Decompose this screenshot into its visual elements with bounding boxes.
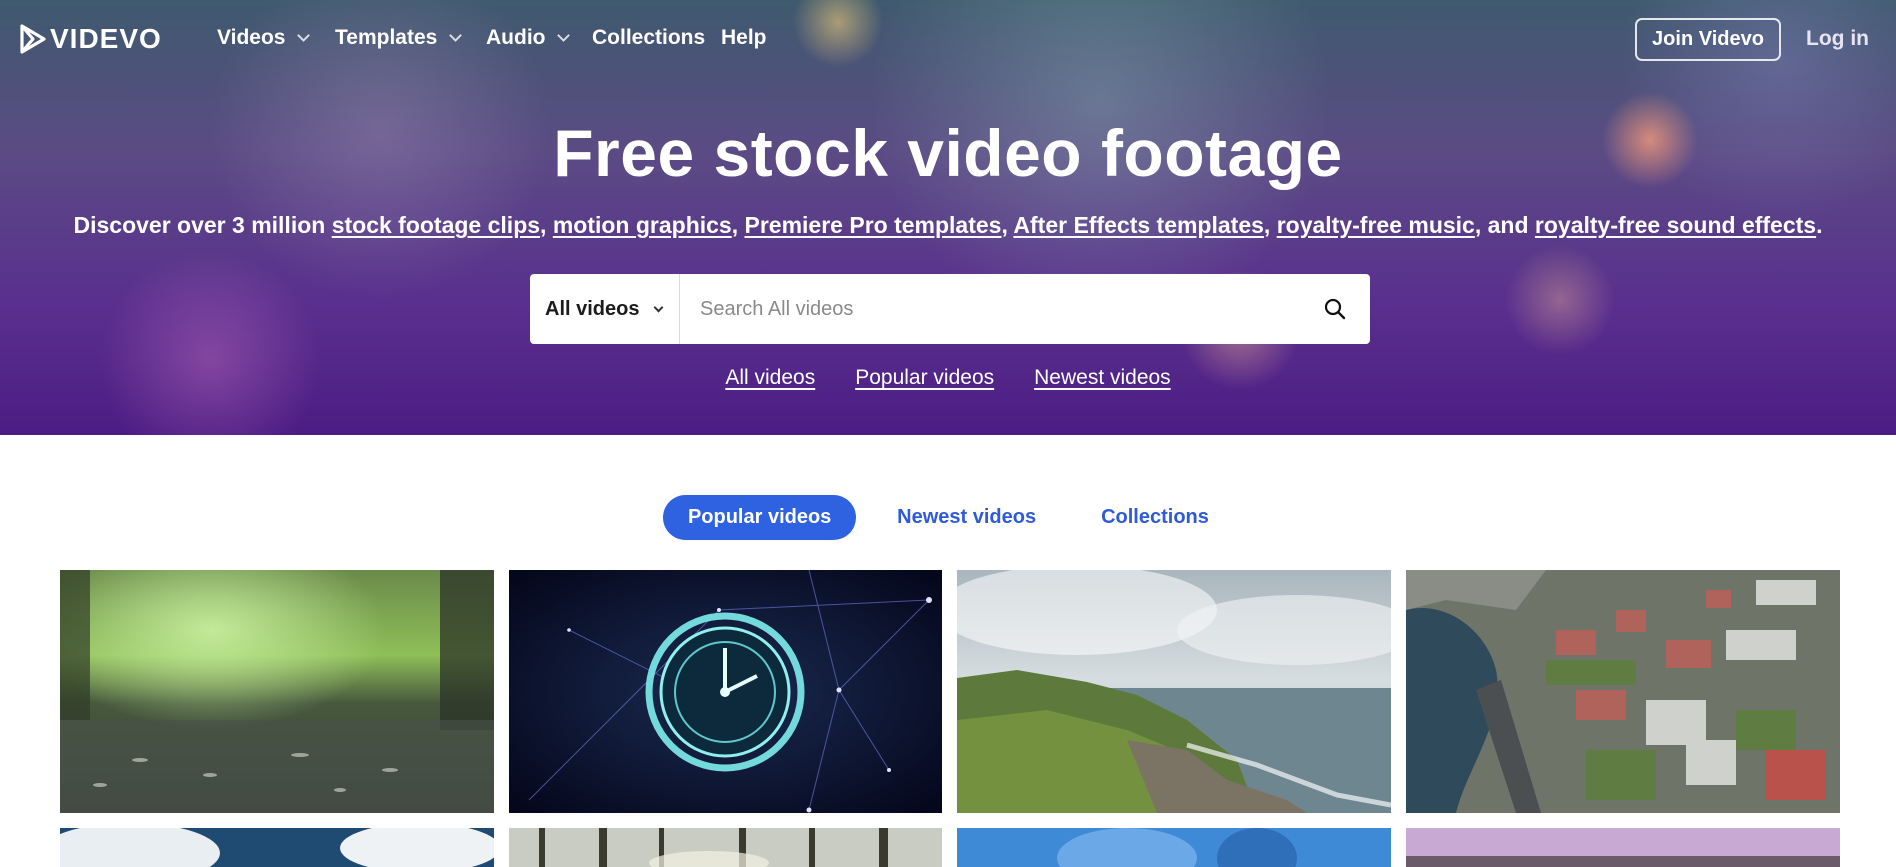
- video-thumbnail-clock-network[interactable]: [509, 570, 942, 813]
- clock-network-image: [509, 570, 942, 813]
- nav-collections[interactable]: Collections: [592, 26, 705, 50]
- forest-image: [509, 828, 942, 867]
- link-after-effects-templates[interactable]: After Effects templates: [1013, 212, 1264, 238]
- subtitle-suffix: .: [1816, 212, 1823, 238]
- nav-collections-label: Collections: [592, 26, 706, 49]
- nav-templates-label: Templates: [335, 26, 438, 49]
- nav-audio[interactable]: Audio: [486, 26, 571, 50]
- top-navigation: VIDEVO Videos Templates Audio Collection…: [0, 0, 1896, 80]
- link-royalty-free-music[interactable]: royalty-free music: [1277, 212, 1475, 238]
- video-thumbnail-purple-landscape[interactable]: [1406, 828, 1840, 867]
- search-bar: All videos: [530, 274, 1370, 344]
- brand-name: VIDEVO: [50, 23, 162, 54]
- coastal-cliffs-image: [957, 570, 1391, 813]
- video-thumbnail-coastal-cliffs[interactable]: [957, 570, 1391, 813]
- nav-help-label: Help: [721, 26, 767, 49]
- blue-abstract-image: [957, 828, 1391, 867]
- subtitle-prefix: Discover over 3 million: [73, 212, 332, 238]
- page-title: Free stock video footage: [553, 116, 1343, 190]
- hero-subtitle: Discover over 3 million stock footage cl…: [0, 212, 1896, 239]
- nav-audio-label: Audio: [486, 26, 546, 49]
- aerial-campus-image: [1406, 570, 1840, 813]
- link-royalty-free-sfx[interactable]: royalty-free sound effects: [1535, 212, 1816, 238]
- chevron-down-icon: [297, 29, 311, 42]
- hero-banner: VIDEVO Videos Templates Audio Collection…: [0, 0, 1896, 435]
- search-input[interactable]: [680, 274, 1300, 344]
- search-icon[interactable]: [1300, 274, 1370, 344]
- link-stock-footage[interactable]: stock footage clips: [332, 212, 540, 238]
- purple-landscape-image: [1406, 828, 1840, 867]
- quick-link-all-videos[interactable]: All videos: [725, 366, 815, 390]
- video-thumbnail-aerial-campus[interactable]: [1406, 570, 1840, 813]
- search-category-select[interactable]: All videos: [530, 274, 680, 344]
- subtitle-and: , and: [1474, 212, 1535, 238]
- video-thumbnail-sky-clouds[interactable]: [60, 828, 494, 867]
- nav-help[interactable]: Help: [721, 26, 767, 50]
- tab-popular-videos[interactable]: Popular videos: [663, 495, 857, 540]
- nav-templates[interactable]: Templates: [335, 26, 463, 50]
- logo[interactable]: VIDEVO: [19, 22, 162, 56]
- search-category-label: All videos: [545, 297, 640, 320]
- video-thumbnail-rain-puddle[interactable]: [60, 570, 494, 813]
- sky-clouds-image: [60, 828, 494, 867]
- rain-forest-image: [60, 570, 494, 813]
- quick-links: All videos Popular videos Newest videos: [0, 366, 1896, 390]
- videvo-play-logo-icon: [20, 24, 46, 54]
- quick-link-popular-videos[interactable]: Popular videos: [855, 366, 994, 390]
- content-tabs: Popular videos Newest videos Collections: [0, 495, 1896, 540]
- video-thumbnail-forest[interactable]: [509, 828, 942, 867]
- nav-videos-label: Videos: [217, 26, 286, 49]
- video-thumbnail-blue-abstract[interactable]: [957, 828, 1391, 867]
- chevron-down-icon: [654, 302, 664, 312]
- subtitle-separator: ,: [1263, 212, 1277, 238]
- subtitle-separator: ,: [1001, 212, 1014, 238]
- login-link[interactable]: Log in: [1806, 27, 1869, 51]
- join-button[interactable]: Join Videvo: [1635, 18, 1781, 61]
- tab-collections[interactable]: Collections: [1077, 495, 1233, 540]
- chevron-down-icon: [557, 29, 571, 42]
- tab-newest-videos[interactable]: Newest videos: [873, 495, 1060, 540]
- chevron-down-icon: [449, 29, 463, 42]
- subtitle-separator: ,: [731, 212, 745, 238]
- subtitle-separator: ,: [540, 212, 553, 238]
- link-premiere-templates[interactable]: Premiere Pro templates: [745, 212, 1002, 238]
- quick-link-newest-videos[interactable]: Newest videos: [1034, 366, 1171, 390]
- link-motion-graphics[interactable]: motion graphics: [553, 212, 732, 238]
- nav-videos[interactable]: Videos: [217, 26, 311, 50]
